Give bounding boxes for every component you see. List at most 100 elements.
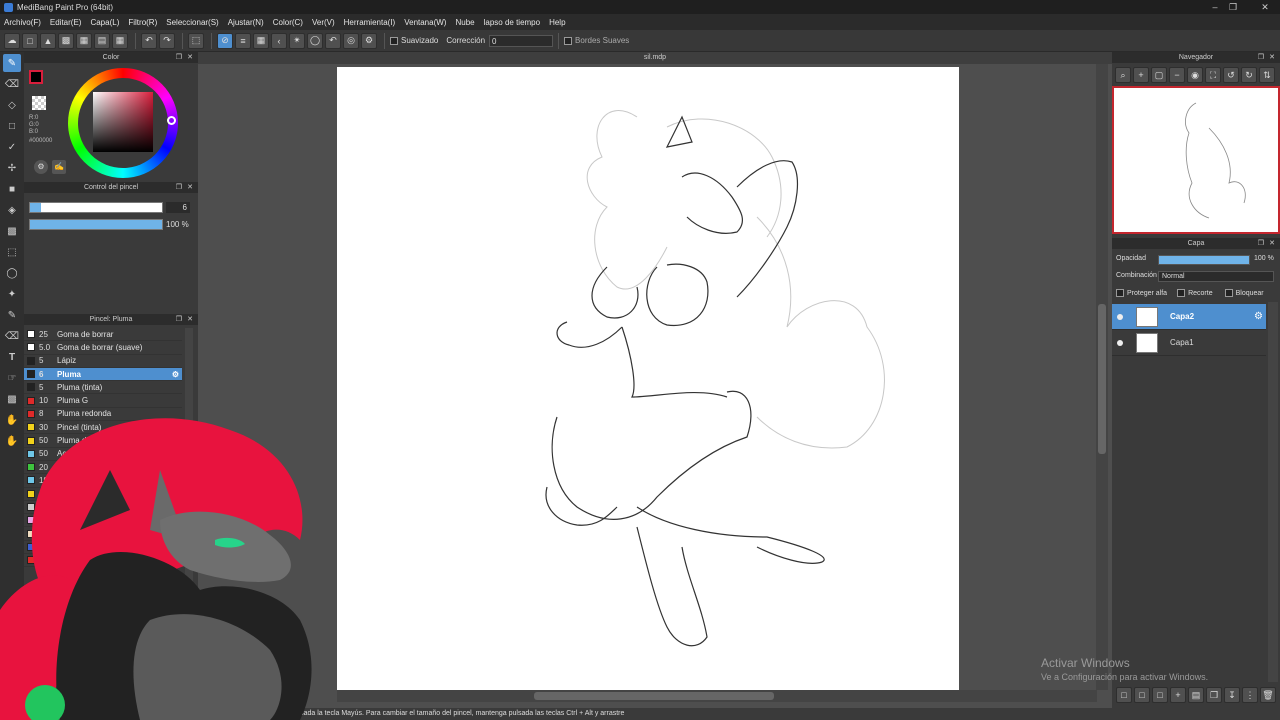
bucket-tool-icon[interactable]: ◈ xyxy=(3,201,21,219)
fill-rect-tool-icon[interactable]: ■ xyxy=(3,180,21,198)
magic-wand-tool-icon[interactable]: ✦ xyxy=(3,285,21,303)
vertical-scrollbar[interactable] xyxy=(1096,64,1108,690)
delete-layer-icon[interactable]: 🗑 xyxy=(1260,687,1276,703)
maximize-button[interactable]: ❐ xyxy=(1218,0,1248,14)
duplicate-layer-icon[interactable]: ❐ xyxy=(1206,687,1222,703)
rotate-right-icon[interactable]: ↻ xyxy=(1241,67,1257,83)
brush-list-item[interactable]: 6 Pluma ⚙ xyxy=(24,367,182,382)
document-tab[interactable]: sil.mdp xyxy=(198,52,1112,64)
close-panel-icon[interactable]: ✕ xyxy=(1269,52,1275,63)
navigator-preview[interactable] xyxy=(1112,86,1280,234)
drawing-canvas[interactable] xyxy=(337,67,959,690)
snap-settings-icon[interactable]: ⚙ xyxy=(361,32,377,49)
layer-row-capa2[interactable]: Capa2 ⚙ xyxy=(1112,304,1266,330)
grid-icon[interactable]: ▦ xyxy=(112,32,128,49)
menu-nube[interactable]: Nube xyxy=(455,18,474,27)
hand-tool-icon[interactable]: ✋ xyxy=(3,432,21,450)
brush-list-item[interactable]: 50 Pluma difuminada xyxy=(24,434,182,448)
layer-settings-icon[interactable]: ⚙ xyxy=(1254,311,1263,322)
save-icon[interactable]: ▩ xyxy=(58,32,74,49)
snap-circle-icon[interactable]: ◯ xyxy=(307,32,323,49)
eyedropper-icon[interactable]: ✍ xyxy=(52,160,66,174)
new-file-icon[interactable]: □ xyxy=(22,32,38,49)
menu-lapso[interactable]: lapso de tiempo xyxy=(484,18,540,27)
select-pen-tool-icon[interactable]: ✎ xyxy=(3,306,21,324)
protect-alpha-checkbox[interactable] xyxy=(1116,289,1124,297)
close-panel-icon[interactable]: ✕ xyxy=(187,52,193,63)
menu-ajustar[interactable]: Ajustar(N) xyxy=(228,18,264,27)
brush-list-item[interactable] xyxy=(24,501,182,515)
zoom-out-icon[interactable]: − xyxy=(1169,67,1185,83)
visibility-icon[interactable] xyxy=(1117,339,1123,346)
eyedropper-tool-icon[interactable]: ✋ xyxy=(3,411,21,429)
brush-tool-icon[interactable]: ✎ xyxy=(3,54,21,72)
snap-radial-icon[interactable]: ✴ xyxy=(289,32,305,49)
menu-seleccionar[interactable]: Seleccionar(S) xyxy=(166,18,218,27)
merge-down-icon[interactable]: ↧ xyxy=(1224,687,1240,703)
brush-size-slider[interactable] xyxy=(29,202,163,213)
fit-window-icon[interactable]: ⛶ xyxy=(1205,67,1221,83)
new-halftone-layer-icon[interactable]: □ xyxy=(1134,687,1150,703)
brush-list-item[interactable]: 5 Pluma (tinta) xyxy=(24,381,182,395)
menu-herramienta[interactable]: Herramienta(I) xyxy=(344,18,396,27)
snap-parallel-icon[interactable]: ≡ xyxy=(235,32,251,49)
cloud-icon[interactable]: ☁ xyxy=(4,32,20,49)
menu-editar[interactable]: Editar(E) xyxy=(50,18,82,27)
undo-icon[interactable]: ↶ xyxy=(141,32,157,49)
horizontal-scrollbar[interactable] xyxy=(337,690,1097,702)
brush-list-item[interactable]: 8 xyxy=(24,554,182,568)
zoom-icon[interactable]: ⌕ xyxy=(1115,67,1131,83)
brush-list-item[interactable]: 30 Pincel (tinta) xyxy=(24,421,182,435)
select-eraser-tool-icon[interactable]: ⌫ xyxy=(3,327,21,345)
menu-capa[interactable]: Capa(L) xyxy=(90,18,119,27)
smudge-tool-icon[interactable]: ✓ xyxy=(3,138,21,156)
float-icon[interactable]: ❐ xyxy=(176,314,182,325)
brush-opacity-slider[interactable] xyxy=(29,219,163,230)
brush-list-item[interactable] xyxy=(24,514,182,528)
visibility-icon[interactable] xyxy=(1117,313,1123,320)
saturation-square[interactable] xyxy=(93,92,153,152)
float-icon[interactable]: ❐ xyxy=(176,182,182,193)
lock-checkbox[interactable] xyxy=(1224,289,1233,297)
lasso-tool-icon[interactable]: ◯ xyxy=(3,264,21,282)
layer-menu-icon[interactable]: ⋮ xyxy=(1242,687,1258,703)
brush-list-item[interactable]: 100 xyxy=(24,541,182,555)
snap-ellipse-icon[interactable]: ◎ xyxy=(343,32,359,49)
brush-list-item[interactable]: 12 xyxy=(24,488,182,501)
brush-list-item[interactable]: 5.0 Goma de borrar (suave) xyxy=(24,341,182,355)
menu-archivo[interactable]: Archivo(F) xyxy=(4,18,41,27)
open-icon[interactable]: ▲ xyxy=(40,32,56,49)
menu-color[interactable]: Color(C) xyxy=(273,18,303,27)
new-8bit-layer-icon[interactable]: □ xyxy=(1152,687,1168,703)
brush-list-item[interactable]: 10 Pluma G xyxy=(24,394,182,408)
close-panel-icon[interactable]: ✕ xyxy=(187,314,193,325)
horizontal-scroll-thumb[interactable] xyxy=(534,692,774,700)
float-icon[interactable]: ❐ xyxy=(1258,238,1264,249)
palette-icon[interactable]: ⚙ xyxy=(34,160,48,174)
operation-tool-icon[interactable]: ☞ xyxy=(3,369,21,387)
float-icon[interactable]: ❐ xyxy=(176,52,182,63)
brush-list-item[interactable]: 50 Acuarela xyxy=(24,448,182,461)
menu-ventana[interactable]: Ventana(W) xyxy=(404,18,446,27)
select-tool-icon[interactable]: ⬚ xyxy=(3,243,21,261)
eraser-tool-icon[interactable]: ⌫ xyxy=(3,75,21,93)
brush-list-item[interactable]: 196 xyxy=(24,474,182,488)
selection-icon[interactable]: ⬚ xyxy=(188,32,204,49)
float-icon[interactable]: ❐ xyxy=(1258,52,1264,63)
menu-help[interactable]: Help xyxy=(549,18,565,27)
clipping-checkbox[interactable] xyxy=(1177,289,1186,297)
brush-list-item[interactable]: 5 Lápiz xyxy=(24,355,182,368)
blend-select[interactable]: Normal xyxy=(1158,271,1274,282)
brush-list-item[interactable]: 8 Pluma redonda xyxy=(24,408,182,422)
move-tool-icon[interactable]: ✢ xyxy=(3,159,21,177)
menu-filtro[interactable]: Filtro(R) xyxy=(128,18,157,27)
zoom-in-icon[interactable]: + xyxy=(1133,67,1149,83)
brush-list-item[interactable]: 25 Goma de borrar xyxy=(24,328,182,342)
fit-icon[interactable]: ▢ xyxy=(1151,67,1167,83)
close-button[interactable]: ✕ xyxy=(1250,0,1280,14)
add-layer-menu-icon[interactable]: + xyxy=(1170,687,1186,703)
soft-edges-checkbox[interactable] xyxy=(564,36,573,45)
folder-icon[interactable]: ▤ xyxy=(1188,687,1204,703)
menu-ver[interactable]: Ver(V) xyxy=(312,18,335,27)
brush-settings-icon[interactable]: ⚙ xyxy=(172,370,179,379)
